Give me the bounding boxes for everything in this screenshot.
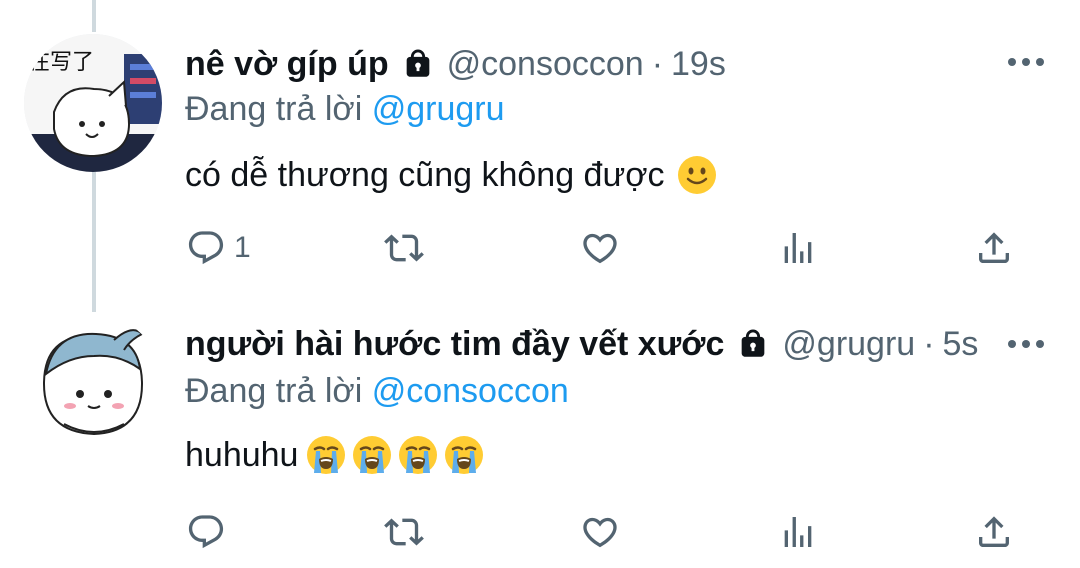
more-options-icon[interactable] xyxy=(1008,340,1044,348)
handle[interactable]: @grugru xyxy=(782,325,915,364)
replying-to-link[interactable]: @grugru xyxy=(372,90,505,128)
share-icon xyxy=(979,232,1009,263)
like-button[interactable] xyxy=(580,228,620,268)
replying-to-label: Đang trả lời xyxy=(185,90,363,128)
tweet-1[interactable]: 在写了 nê vờ gíp úp @consoccon · 19s Đang t… xyxy=(0,0,1080,300)
views-icon xyxy=(784,517,812,547)
heart-icon xyxy=(583,517,617,548)
tweet-text-content: có dễ thương cũng không được xyxy=(185,155,665,194)
replying-to: Đang trả lời @consoccon xyxy=(185,372,569,411)
more-options-icon[interactable] xyxy=(1008,58,1044,66)
avatar[interactable] xyxy=(24,314,162,452)
avatar[interactable]: 在写了 xyxy=(24,34,162,172)
lock-icon xyxy=(406,49,429,77)
share-button[interactable] xyxy=(974,512,1014,552)
tweet-text: có dễ thương cũng không được xyxy=(185,152,717,198)
views-button[interactable] xyxy=(778,512,818,552)
handle[interactable]: @consoccon xyxy=(447,45,644,84)
tweet-actions xyxy=(0,512,1080,556)
tweet-text: huhuhu xyxy=(185,432,490,478)
timestamp[interactable]: 5s xyxy=(943,325,979,364)
emoji-group xyxy=(306,435,490,475)
reply-button[interactable] xyxy=(186,512,234,552)
share-icon xyxy=(979,516,1009,547)
reply-icon xyxy=(188,231,224,265)
timestamp[interactable]: 19s xyxy=(671,45,726,84)
separator-dot: · xyxy=(923,324,935,363)
views-button[interactable] xyxy=(778,228,818,268)
loudly-crying-face-icon xyxy=(399,436,438,474)
tweet-header: nê vờ gíp úp @consoccon · 19s xyxy=(185,40,726,88)
replying-to: Đang trả lời @grugru xyxy=(185,90,505,129)
loudly-crying-face-icon xyxy=(445,436,484,474)
tweet-header: người hài hước tim đầy vết xước @grugru … xyxy=(185,320,978,368)
replying-to-label: Đang trả lời xyxy=(185,372,363,410)
reply-button[interactable]: 1 xyxy=(186,228,251,268)
retweet-icon xyxy=(384,518,424,546)
loudly-crying-face-icon xyxy=(353,436,392,474)
avatar-image xyxy=(24,314,162,452)
separator-dot: · xyxy=(651,44,664,83)
views-icon xyxy=(784,233,812,263)
slightly-smiling-face-icon xyxy=(677,156,716,194)
loudly-crying-face-icon xyxy=(307,436,346,474)
retweet-button[interactable] xyxy=(384,512,424,552)
retweet-button[interactable] xyxy=(384,228,424,268)
heart-icon xyxy=(583,233,617,264)
tweet-actions: 1 xyxy=(0,228,1080,272)
reply-count: 1 xyxy=(234,231,251,264)
like-button[interactable] xyxy=(580,512,620,552)
retweet-icon xyxy=(384,234,424,262)
lock-icon xyxy=(742,329,765,357)
tweet-2[interactable]: người hài hước tim đầy vết xước @grugru … xyxy=(0,300,1080,568)
share-button[interactable] xyxy=(974,228,1014,268)
reply-icon xyxy=(188,515,224,549)
avatar-caption: 在写了 xyxy=(28,50,95,75)
display-name[interactable]: nê vờ gíp úp xyxy=(185,45,389,84)
tweet-text-content: huhuhu xyxy=(185,435,299,474)
replying-to-link[interactable]: @consoccon xyxy=(372,372,569,410)
display-name[interactable]: người hài hước tim đầy vết xước xyxy=(185,325,724,364)
